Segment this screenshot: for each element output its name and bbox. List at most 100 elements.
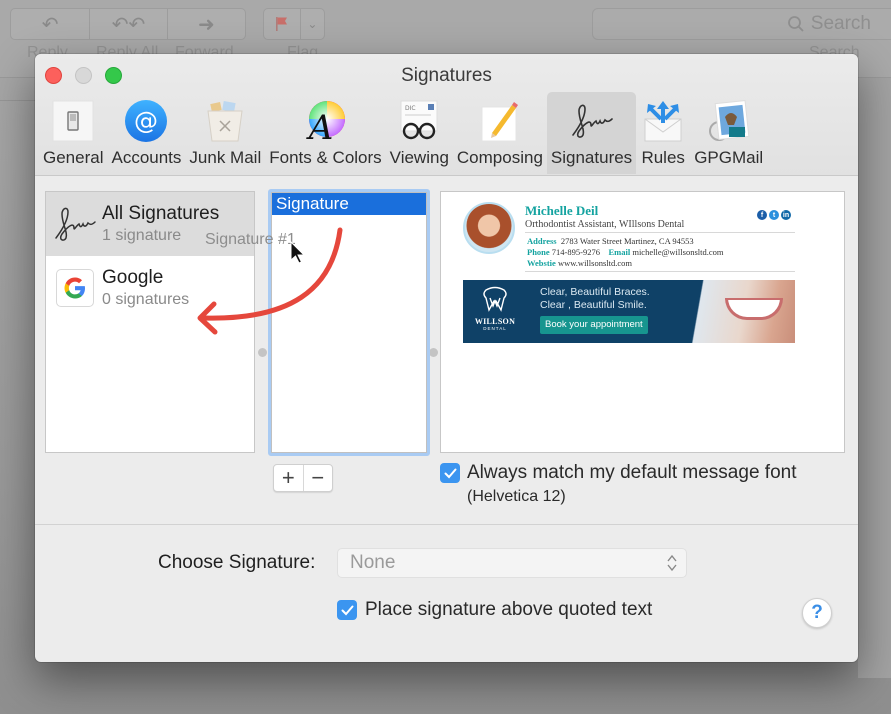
avatar [463, 202, 515, 254]
tooth-icon [483, 286, 507, 312]
social-icons: f t in [757, 210, 791, 220]
phone-label: Phone [527, 247, 550, 257]
tab-label: Viewing [389, 148, 449, 167]
choose-signature-select[interactable]: None [337, 548, 687, 578]
flag-menu-button: ⌄ [301, 9, 324, 39]
gpgmail-stamp-icon [706, 98, 752, 144]
tab-label: Junk Mail [189, 148, 262, 167]
dragged-signature-ghost: Signature #1 [205, 231, 296, 248]
signatures-preferences-window: Signatures General @ Accounts Junk Mail [35, 54, 858, 662]
tab-viewing[interactable]: DIC Viewing [386, 92, 453, 174]
address-value: 2783 Water Street Martinez, CA 94553 [560, 236, 694, 246]
email-value: michelle@willsonsltd.com [632, 247, 724, 257]
account-name: Google [102, 267, 164, 288]
reply-button-group: ↶ ↶↶ ➜ [10, 8, 246, 40]
signature-divider [525, 232, 795, 233]
reply-button: ↶ [11, 9, 91, 39]
glasses-icon: DIC [396, 98, 442, 144]
match-font-checkbox[interactable] [440, 463, 460, 483]
facebook-icon: f [757, 210, 767, 220]
checkmark-icon [341, 605, 353, 615]
linkedin-icon: in [781, 210, 791, 220]
twitter-icon: t [769, 210, 779, 220]
signatures-list: Signature [268, 189, 430, 456]
signature-banner: WILLSON DENTAL Clear, Beautiful Braces. … [463, 280, 795, 343]
add-signature-button[interactable]: + [274, 465, 304, 491]
background-search-field: Search [592, 8, 891, 40]
search-icon [787, 16, 804, 32]
window-toolbar: Signatures General @ Accounts Junk Mail [35, 54, 858, 176]
signature-person-role: Orthodontist Assistant, WIllsons Dental [525, 219, 685, 230]
tab-junk-mail[interactable]: Junk Mail [185, 92, 265, 174]
banner-tagline-1: Clear, Beautiful Braces. [540, 286, 650, 298]
tab-label: General [43, 148, 104, 167]
svg-text:@: @ [134, 107, 158, 135]
smile-photo [680, 280, 795, 343]
phone-value: 714-895-9276 [551, 247, 600, 257]
tab-general[interactable]: General [39, 92, 107, 174]
flag-button-group: ⌄ [263, 8, 325, 40]
add-remove-signature-control: + − [273, 464, 333, 492]
tab-label: Signatures [550, 148, 633, 167]
section-divider [35, 524, 858, 525]
signature-contact-line: Phone 714-895-9276 Email michelle@willso… [527, 247, 724, 257]
search-placeholder: Search [810, 13, 871, 34]
trash-bin-icon [202, 98, 248, 144]
smile-shape [725, 298, 783, 320]
account-google[interactable]: Google 0 signatures [46, 256, 254, 320]
switch-icon [50, 98, 96, 144]
google-icon-container [52, 265, 98, 311]
background-side-strip [858, 78, 891, 678]
place-above-label: Place signature above quoted text [365, 599, 653, 620]
tab-label: GPGMail [694, 148, 764, 167]
signature-preview[interactable]: Michelle Deil Orthodontist Assistant, WI… [440, 191, 845, 453]
tab-rules[interactable]: Rules [636, 92, 690, 174]
signature-icon [52, 201, 98, 247]
split-view-handle-left[interactable] [258, 348, 267, 357]
place-above-checkbox[interactable] [337, 600, 357, 620]
remove-signature-button[interactable]: − [304, 465, 333, 491]
svg-text:A: A [306, 108, 334, 143]
match-font-label: Always match my default message font [467, 462, 797, 483]
book-appointment-button[interactable]: Book your appointment [540, 316, 648, 334]
signature-list-item[interactable]: Signature [272, 193, 426, 215]
choose-signature-value: None [350, 552, 396, 573]
default-font-name: (Helvetica 12) [467, 488, 566, 505]
banner-tagline-2: Clear , Beautiful Smile. [540, 299, 647, 311]
help-button[interactable]: ? [802, 598, 832, 628]
signature-address-line: Address 2783 Water Street Martinez, CA 9… [527, 236, 694, 246]
tab-label: Rules [641, 148, 685, 167]
checkmark-icon [444, 468, 456, 478]
tab-composing[interactable]: Composing [453, 92, 547, 174]
place-above-checkbox-row[interactable]: Place signature above quoted text [337, 599, 652, 621]
tab-signatures[interactable]: Signatures [546, 92, 637, 174]
flag-icon [275, 17, 287, 31]
rules-envelope-icon [640, 98, 686, 144]
logo-sub: DENTAL [483, 326, 507, 331]
reply-icon: ↶ [41, 13, 59, 36]
mouse-pointer-icon [290, 241, 306, 264]
split-view-handle-right[interactable] [429, 348, 438, 357]
signature-person-name: Michelle Deil [525, 203, 599, 218]
tab-accounts[interactable]: @ Accounts [107, 92, 185, 174]
tab-label: Accounts [111, 148, 182, 167]
reply-all-icon: ↶↶ [111, 13, 146, 36]
account-signature-count: 0 signatures [102, 291, 190, 308]
reply-all-button: ↶↶ [90, 9, 168, 39]
tab-gpgmail[interactable]: GPGMail [690, 92, 767, 174]
account-signature-count: 1 signature [102, 227, 182, 244]
match-font-checkbox-row[interactable]: Always match my default message font [440, 462, 796, 484]
tab-label: Fonts & Colors [269, 148, 382, 167]
flag-button [264, 9, 301, 39]
updown-chevron-icon [667, 554, 677, 572]
preferences-tabs: General @ Accounts Junk Mail A Fonts & C… [39, 92, 767, 176]
google-icon [56, 269, 94, 307]
email-label: Email [608, 247, 631, 257]
website-value: www.willsonsltd.com [557, 258, 632, 268]
tab-fonts-colors[interactable]: A Fonts & Colors [265, 92, 385, 174]
tab-label: Composing [456, 148, 543, 167]
website-label: Webstie [527, 258, 556, 268]
forward-button: ➜ [168, 9, 245, 39]
font-color-wheel-icon: A [302, 98, 348, 144]
signature-icon [569, 98, 615, 144]
